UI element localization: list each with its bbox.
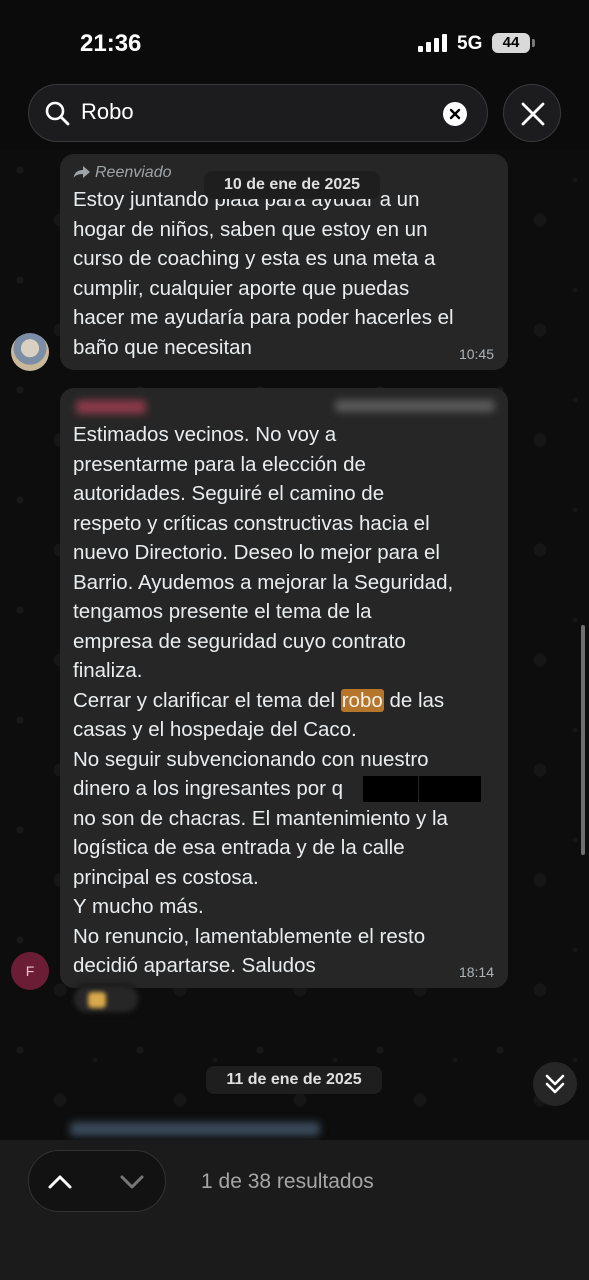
redacted-text bbox=[363, 776, 418, 802]
reaction-badge[interactable] bbox=[72, 984, 140, 1014]
search-results-bar: 1 de 38 resultados bbox=[0, 1140, 589, 1280]
message-time: 10:45 bbox=[458, 346, 494, 362]
battery-level: 44 bbox=[502, 34, 520, 51]
date-separator: 11 de ene de 2025 bbox=[206, 1066, 382, 1094]
search-bar[interactable] bbox=[28, 84, 488, 142]
close-search-button[interactable] bbox=[503, 84, 561, 142]
forwarded-label: Reenviado bbox=[73, 164, 172, 182]
scroll-to-bottom-button[interactable] bbox=[533, 1062, 577, 1106]
avatar[interactable]: F bbox=[11, 952, 49, 990]
redacted-text bbox=[419, 776, 481, 802]
sender-name bbox=[76, 400, 146, 414]
double-chevron-down-icon bbox=[545, 1074, 565, 1094]
search-icon bbox=[45, 101, 70, 126]
battery-icon: 44 bbox=[492, 33, 535, 53]
next-result-button[interactable] bbox=[115, 1165, 149, 1199]
search-match-highlight: robo bbox=[340, 688, 384, 712]
result-navigation bbox=[28, 1150, 166, 1212]
clear-search-button[interactable] bbox=[443, 102, 467, 126]
scrollbar[interactable] bbox=[581, 625, 585, 855]
message-bubble[interactable]: Estimados vecinos. No voy a presentarme … bbox=[60, 388, 508, 988]
message-time: 18:14 bbox=[458, 964, 494, 980]
results-count: 1 de 38 resultados bbox=[201, 1170, 374, 1193]
status-bar: 21:36 5G 44 bbox=[0, 0, 589, 80]
status-time: 21:36 bbox=[80, 30, 142, 57]
message-text: Estimados vecinos. No voy a presentarme … bbox=[73, 423, 454, 977]
signal-icon bbox=[418, 34, 448, 52]
avatar[interactable] bbox=[11, 333, 49, 371]
sender-phone bbox=[335, 400, 495, 412]
date-separator: 10 de ene de 2025 bbox=[204, 171, 380, 199]
next-message-preview bbox=[70, 1122, 320, 1136]
chat-area[interactable]: Reenviado Estoy juntando plata para ayud… bbox=[0, 150, 589, 1140]
forward-icon bbox=[73, 166, 90, 178]
message-text: Estoy juntando plata para ayudar a un ho… bbox=[73, 188, 454, 359]
search-input[interactable] bbox=[81, 99, 421, 125]
clear-icon bbox=[449, 108, 461, 120]
previous-result-button[interactable] bbox=[43, 1165, 77, 1199]
network-type: 5G bbox=[457, 33, 483, 54]
close-icon bbox=[521, 102, 545, 126]
